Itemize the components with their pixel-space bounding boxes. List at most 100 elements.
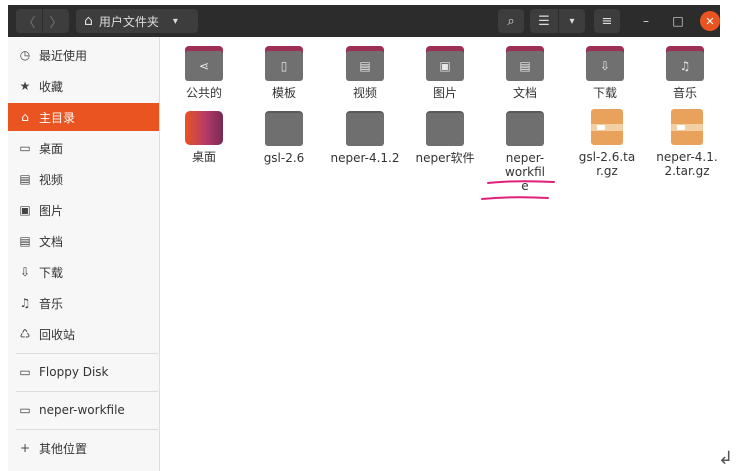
sidebar-item-downloads[interactable]: ⇩ 下载 (8, 258, 159, 286)
pictures-folder-icon: ▣ (426, 46, 464, 81)
minimize-button[interactable]: – (636, 11, 656, 31)
file-name: 下载 (592, 86, 617, 100)
list-view-icon: ☰ (538, 13, 550, 29)
sidebar-item-other-locations[interactable]: + 其他位置 (8, 434, 159, 462)
sidebar-item-label: 桌面 (39, 141, 64, 156)
plus-icon: + (19, 441, 31, 455)
file-item-desktop[interactable]: 桌面 (164, 111, 244, 164)
sidebar-item-label: neper-workfile (39, 403, 125, 417)
file-item-downloads[interactable]: ⇩ 下载 (565, 46, 645, 100)
archive-icon (591, 109, 623, 145)
star-icon: ★ (19, 79, 31, 93)
sidebar-item-pictures[interactable]: ▣ 图片 (8, 196, 159, 224)
file-name: 公共的 (185, 86, 222, 100)
file-item-documents[interactable]: ▤ 文档 (485, 46, 565, 100)
file-item-neper-software[interactable]: neper软件 (405, 111, 485, 165)
file-name: 模板 (271, 86, 296, 100)
back-button[interactable]: 〈 (16, 9, 42, 33)
folder-icon (506, 111, 544, 146)
folder-icon: ▭ (19, 403, 31, 417)
main-menu-button[interactable]: ≡ (594, 9, 620, 33)
clock-icon: ◷ (19, 48, 31, 62)
file-name: 文档 (512, 86, 537, 100)
sidebar-item-music[interactable]: ♫ 音乐 (8, 289, 159, 317)
sidebar-item-floppy-disk[interactable]: ▭ Floppy Disk (8, 358, 159, 386)
sidebar-item-starred[interactable]: ★ 收藏 (8, 72, 159, 100)
file-name: 音乐 (672, 86, 697, 100)
home-icon: ⌂ (21, 110, 29, 124)
sidebar-item-label: 文档 (39, 234, 64, 249)
file-name: 桌面 (191, 150, 216, 164)
sidebar-item-desktop[interactable]: ▭ 桌面 (8, 134, 159, 162)
sidebar-item-label: Floppy Disk (39, 365, 109, 379)
minimize-icon: – (643, 14, 649, 28)
file-item-music[interactable]: ♫ 音乐 (645, 46, 720, 100)
sidebar-item-recent[interactable]: ◷ 最近使用 (8, 41, 159, 69)
archive-icon (671, 109, 703, 145)
file-item-templates[interactable]: ▯ 模板 (244, 46, 324, 100)
desktop-folder-icon (185, 111, 223, 145)
headerbar: 〈 〉 ⌂ 用户文件夹 ▾ ⌕ ☰ ▾ ≡ – □ ✕ (8, 5, 720, 37)
file-manager-window: 〈 〉 ⌂ 用户文件夹 ▾ ⌕ ☰ ▾ ≡ – □ ✕ ◷ 最近使用 ★ 收藏 ⌂ 主… (8, 5, 720, 471)
hamburger-icon: ≡ (601, 13, 613, 29)
file-name: 图片 (432, 86, 457, 100)
sidebar-item-videos[interactable]: ▤ 视频 (8, 165, 159, 193)
video-folder-icon: ▤ (346, 46, 384, 81)
sidebar-item-trash[interactable]: ♺ 回收站 (8, 320, 159, 348)
document-icon: ▤ (19, 234, 31, 248)
sidebar-item-label: 图片 (39, 203, 64, 218)
music-icon: ♫ (19, 296, 31, 310)
sidebar-item-label: 下载 (39, 265, 64, 280)
sidebar-item-neper-workfile[interactable]: ▭ neper-workfile (8, 396, 159, 424)
share-folder-icon: ⋖ (185, 46, 223, 81)
return-arrow-icon: ↲ (718, 448, 734, 469)
file-item-neper-archive[interactable]: neper-4.1.2.tar.gz (647, 109, 720, 178)
back-arrow-icon: 〈 (22, 15, 36, 31)
sidebar-item-label: 回收站 (39, 327, 76, 342)
chevron-down-icon: ▾ (569, 15, 575, 27)
file-item-videos[interactable]: ▤ 视频 (325, 46, 405, 100)
template-folder-icon: ▯ (265, 46, 303, 81)
sidebar-item-label: 收藏 (39, 79, 64, 94)
file-item-gsl-archive[interactable]: gsl-2.6.tar.gz (567, 109, 647, 178)
file-grid: ⋖ 公共的 ▯ 模板 ▤ 视频 ▣ 图片 ▤ 文档 ⇩ 下载 ♫ 音乐 桌面 g… (161, 37, 720, 471)
file-item-pictures[interactable]: ▣ 图片 (405, 46, 485, 100)
sidebar-divider (16, 391, 158, 392)
chevron-down-icon[interactable]: ▾ (173, 16, 178, 27)
sidebar-item-documents[interactable]: ▤ 文档 (8, 227, 159, 255)
sidebar-item-label: 最近使用 (39, 48, 88, 63)
path-label: 用户文件夹 (98, 14, 159, 29)
location-pathbar[interactable]: ⌂ 用户文件夹 ▾ (76, 9, 198, 33)
file-item-public[interactable]: ⋖ 公共的 (164, 46, 244, 100)
music-folder-icon: ♫ (666, 46, 704, 81)
sidebar-item-home[interactable]: ⌂ 主目录 (8, 103, 159, 131)
view-options-button[interactable]: ▾ (559, 9, 585, 33)
maximize-button[interactable]: □ (668, 11, 688, 31)
sidebar-item-label: 视频 (39, 172, 64, 187)
file-name: neper软件 (415, 151, 475, 165)
folder-icon (346, 111, 384, 146)
file-item-gsl-2-6[interactable]: gsl-2.6 (244, 111, 324, 165)
sidebar-item-label: 音乐 (39, 296, 64, 311)
search-icon: ⌕ (507, 13, 515, 29)
view-toggle-button[interactable]: ☰ (530, 9, 558, 33)
close-button[interactable]: ✕ (700, 11, 720, 31)
file-item-neper-4-1-2[interactable]: neper-4.1.2 (325, 111, 405, 165)
sidebar: ◷ 最近使用 ★ 收藏 ⌂ 主目录 ▭ 桌面 ▤ 视频 ▣ 图片 ▤ 文档 ⇩ 下载 ♫ 音乐 ♺… (8, 37, 160, 471)
forward-arrow-icon: 〉 (49, 15, 63, 31)
file-name: neper-4.1.2 (330, 151, 400, 165)
folder-icon (426, 111, 464, 146)
download-icon: ⇩ (19, 265, 31, 279)
folder-icon (265, 111, 303, 146)
image-icon: ▣ (19, 203, 31, 217)
annotation-underline (481, 180, 555, 200)
file-name: gsl-2.6.tar.gz (578, 150, 636, 178)
file-name: 视频 (352, 86, 377, 100)
desktop-icon: ▭ (19, 141, 31, 155)
search-button[interactable]: ⌕ (498, 9, 524, 33)
sidebar-divider (16, 429, 158, 430)
drive-icon: ▭ (19, 365, 31, 379)
sidebar-divider (16, 353, 158, 354)
forward-button[interactable]: 〉 (43, 9, 69, 33)
home-icon: ⌂ (84, 13, 93, 29)
